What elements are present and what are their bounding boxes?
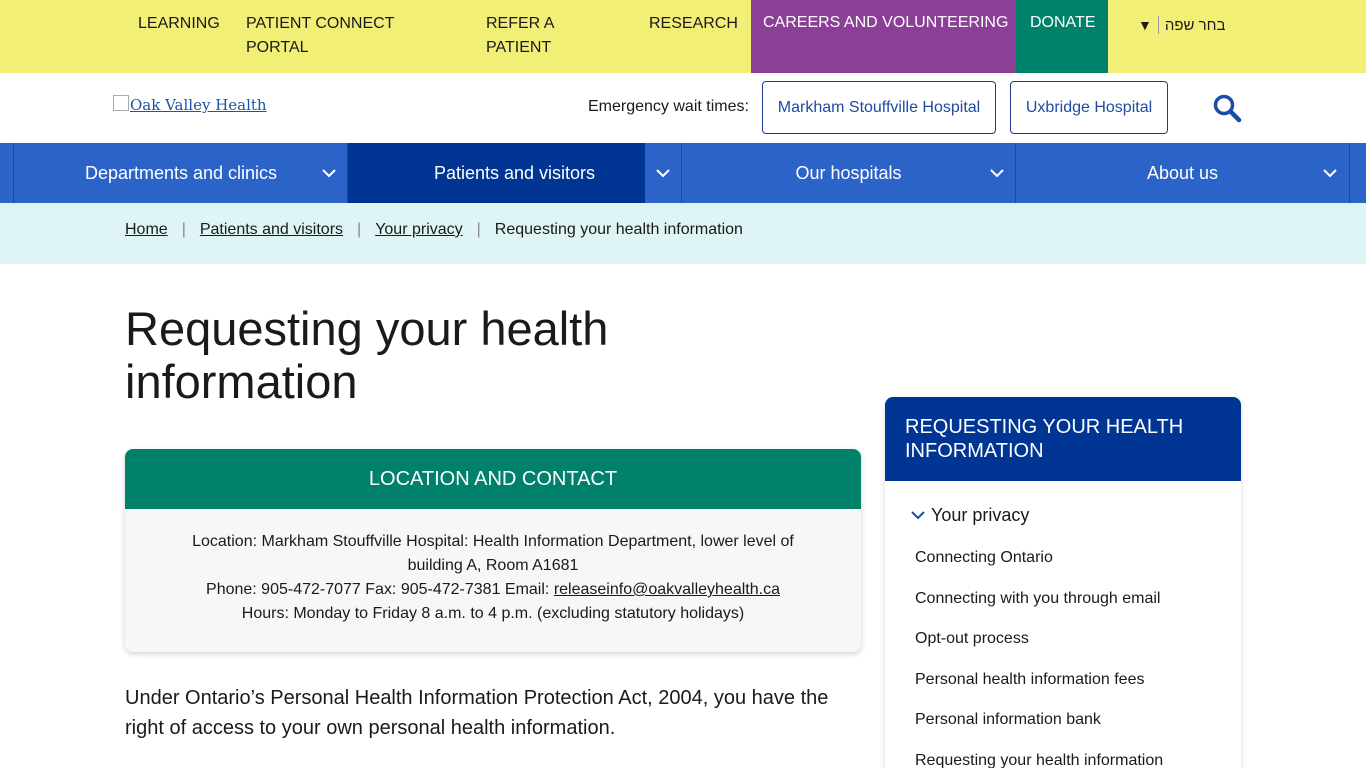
emergency-wait-times-label: Emergency wait times:: [588, 98, 749, 115]
markham-wait-times-button[interactable]: Markham Stouffville Hospital: [762, 81, 996, 134]
breadcrumb-patients-visitors[interactable]: Patients and visitors: [200, 221, 343, 239]
breadcrumb-separator: |: [357, 221, 362, 238]
sidebar-link-fees[interactable]: Personal health information fees: [915, 671, 1144, 689]
donate-button[interactable]: DONATE: [1016, 0, 1108, 73]
contact-card-body: Location: Markham Stouffville Hospital: …: [125, 509, 861, 626]
breadcrumb: Home | Patients and visitors | Your priv…: [125, 221, 743, 239]
nav-item-label: Departments and clinics: [84, 162, 278, 183]
sidebar-parent-label: Your privacy: [931, 505, 1030, 525]
nav-item-our-hospitals[interactable]: Our hospitals: [681, 143, 1015, 203]
contact-card-heading: LOCATION AND CONTACT: [125, 449, 861, 509]
logo-link[interactable]: Oak Valley Health: [113, 95, 267, 114]
chevron-down-icon[interactable]: [645, 143, 681, 203]
broken-image-icon: [113, 95, 129, 111]
breadcrumb-separator: |: [476, 221, 481, 238]
nav-item-label: Patients and visitors: [433, 162, 596, 183]
sidebar-link-connecting-ontario[interactable]: Connecting Ontario: [915, 549, 1053, 567]
sidebar-link-connecting-email[interactable]: Connecting with you through email: [915, 590, 1160, 608]
language-label: בחר שפה: [1164, 16, 1226, 34]
contact-phone-fax: Phone: 905-472-7077 Fax: 905-472-7381 Em…: [206, 581, 554, 598]
chevron-down-icon[interactable]: [1312, 143, 1348, 203]
nav-item-label: Our hospitals: [795, 162, 902, 183]
utility-link-research[interactable]: RESEARCH: [649, 12, 749, 36]
utility-link-patient-connect[interactable]: PATIENT CONNECT PORTAL: [246, 12, 446, 60]
language-selector[interactable]: ▼ בחר שפה: [1138, 14, 1226, 36]
chevron-down-icon: [911, 511, 925, 520]
sidebar-link-opt-out[interactable]: Opt-out process: [915, 630, 1029, 648]
utility-link-refer-patient[interactable]: REFER A PATIENT: [486, 12, 596, 60]
breadcrumb-home[interactable]: Home: [125, 221, 168, 239]
caret-down-icon: ▼: [1138, 17, 1152, 33]
logo-alt-text: Oak Valley Health: [130, 96, 267, 114]
nav-item-patients-visitors[interactable]: Patients and visitors: [347, 143, 681, 203]
search-icon[interactable]: [1212, 93, 1242, 123]
sidebar-nav: Requesting your health information Your …: [885, 397, 1241, 768]
intro-paragraph: Under Ontario’s Personal Health Informat…: [125, 687, 829, 739]
contact-phone-line: Phone: 905-472-7077 Fax: 905-472-7381 Em…: [165, 578, 821, 602]
nav-item-label: About us: [1146, 162, 1219, 183]
breadcrumb-your-privacy[interactable]: Your privacy: [375, 221, 462, 239]
uxbridge-wait-times-button[interactable]: Uxbridge Hospital: [1010, 81, 1168, 134]
contact-email-link[interactable]: releaseinfo@oakvalleyhealth.ca: [554, 581, 780, 598]
divider: [1157, 16, 1159, 34]
page-title: Requesting your health information: [125, 302, 609, 408]
breadcrumb-separator: |: [181, 221, 186, 238]
utility-bar: LEARNING PATIENT CONNECT PORTAL REFER A …: [0, 0, 1366, 73]
utility-link-learning[interactable]: LEARNING: [138, 12, 228, 36]
contact-location: Location: Markham Stouffville Hospital: …: [192, 533, 794, 574]
sidebar-parent-your-privacy[interactable]: Your privacy: [911, 505, 1029, 526]
contact-hours: Hours: Monday to Friday 8 a.m. to 4 p.m.…: [241, 605, 745, 622]
nav-item-about-us[interactable]: About us: [1015, 143, 1350, 203]
chevron-down-icon[interactable]: [311, 143, 347, 203]
sidebar-link-requesting-info[interactable]: Requesting your health information: [915, 752, 1163, 768]
chevron-down-icon[interactable]: [979, 143, 1015, 203]
nav-item-departments[interactable]: Departments and clinics: [13, 143, 348, 203]
location-contact-card: LOCATION AND CONTACT Location: Markham S…: [125, 449, 861, 652]
sidebar-link-info-bank[interactable]: Personal information bank: [915, 711, 1101, 729]
utility-link-careers[interactable]: CAREERS AND VOLUNTEERING: [751, 0, 1016, 73]
breadcrumb-current: Requesting your health information: [494, 221, 743, 238]
main-navigation: Departments and clinics Patients and vis…: [0, 143, 1366, 203]
sidebar-heading: Requesting your health information: [885, 397, 1241, 481]
